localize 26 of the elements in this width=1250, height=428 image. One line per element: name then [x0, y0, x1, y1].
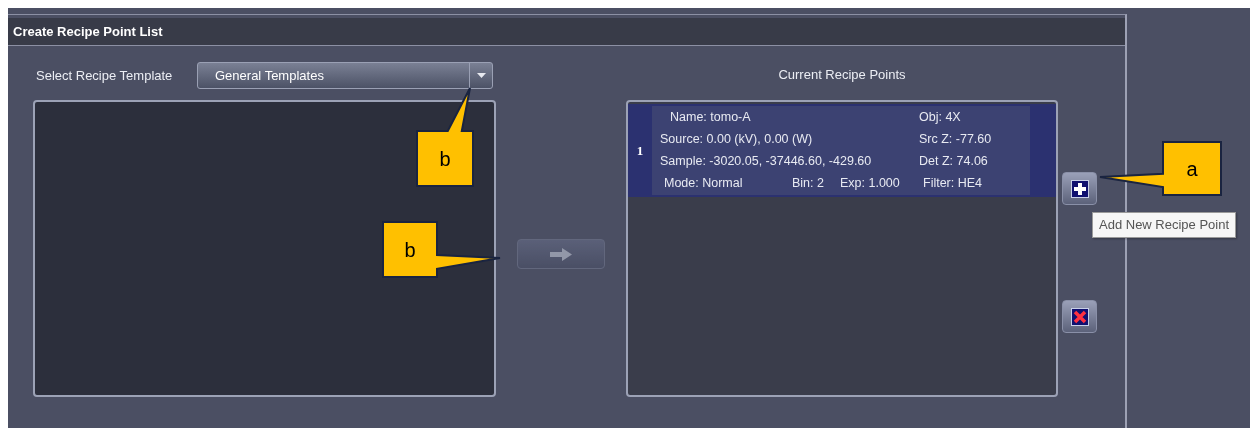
point-detail: Src Z: -77.60	[919, 132, 993, 146]
template-dropdown[interactable]: General Templates	[197, 61, 493, 89]
point-detail: Obj: 4X	[919, 110, 962, 124]
point-detail: Name: tomo-A	[669, 110, 752, 124]
row-number: 1	[635, 141, 645, 160]
plus-icon	[1070, 179, 1089, 198]
recipe-point-row[interactable]: 1 Name: tomo-A Obj: 4X Source: 0.00 (kV), 0.00 (W) Src Z: -77.60 Sample: -3020.05, -37446.60, -429.60 Det Z: 74.06 Mode: Normal Bin: 2 Exp: 1.000 Filter: HE4	[628, 104, 1056, 197]
tooltip: Add New Recipe Point	[1092, 212, 1237, 238]
callout: b	[382, 221, 501, 278]
callout: b	[416, 87, 474, 187]
point-detail: Sample: -3020.05, -37446.60, -429.60	[660, 154, 873, 168]
point-detail: Det Z: 74.06	[919, 154, 989, 168]
point-detail: Filter: HE4	[922, 176, 984, 190]
point-detail: Exp: 1.000	[839, 176, 901, 190]
template-label: Select Recipe Template	[36, 67, 174, 83]
add-button[interactable]	[1062, 172, 1097, 205]
point-detail: Source: 0.00 (kV), 0.00 (W)	[660, 132, 814, 146]
callout: a	[1099, 141, 1222, 196]
point-detail: Mode: Normal	[663, 176, 744, 190]
close-icon	[1070, 307, 1089, 326]
point-detail: Bin: 2	[791, 176, 825, 190]
arrow-right-icon	[550, 247, 572, 261]
caret-icon	[476, 72, 486, 78]
panel-title: Create Recipe Point List	[13, 24, 163, 39]
list-heading: Current Recipe Points	[777, 66, 907, 84]
delete-button[interactable]	[1062, 300, 1097, 333]
